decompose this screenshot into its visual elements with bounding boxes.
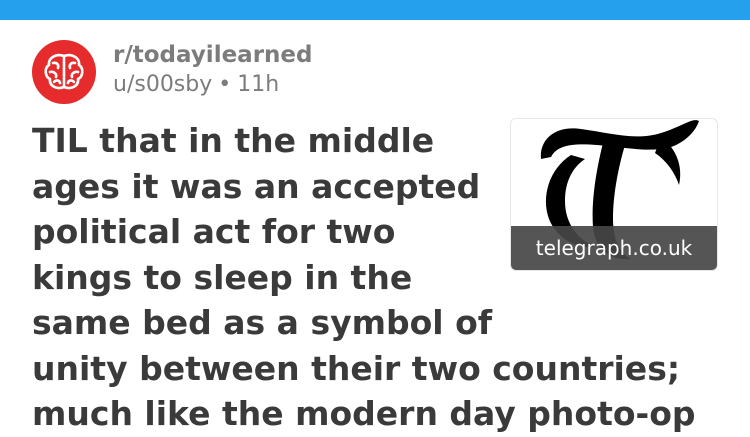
post-age: 11h — [237, 72, 280, 97]
author-name[interactable]: u/s00sby — [113, 72, 212, 97]
top-status-bar — [0, 0, 750, 20]
title-line: much like the modern day photo-op — [32, 394, 696, 433]
title-line: unity between their two countries; — [32, 348, 681, 388]
meta-separator: • — [218, 72, 232, 97]
link-thumbnail[interactable]: telegraph.co.uk — [510, 118, 718, 271]
post-meta: u/s00sby • 11h — [113, 72, 279, 98]
subreddit-avatar[interactable] — [32, 40, 96, 104]
title-line: same bed as a symbol of — [32, 303, 493, 342]
brain-icon — [44, 53, 84, 90]
link-domain: telegraph.co.uk — [511, 226, 717, 270]
subreddit-name[interactable]: r/todayilearned — [113, 42, 312, 68]
